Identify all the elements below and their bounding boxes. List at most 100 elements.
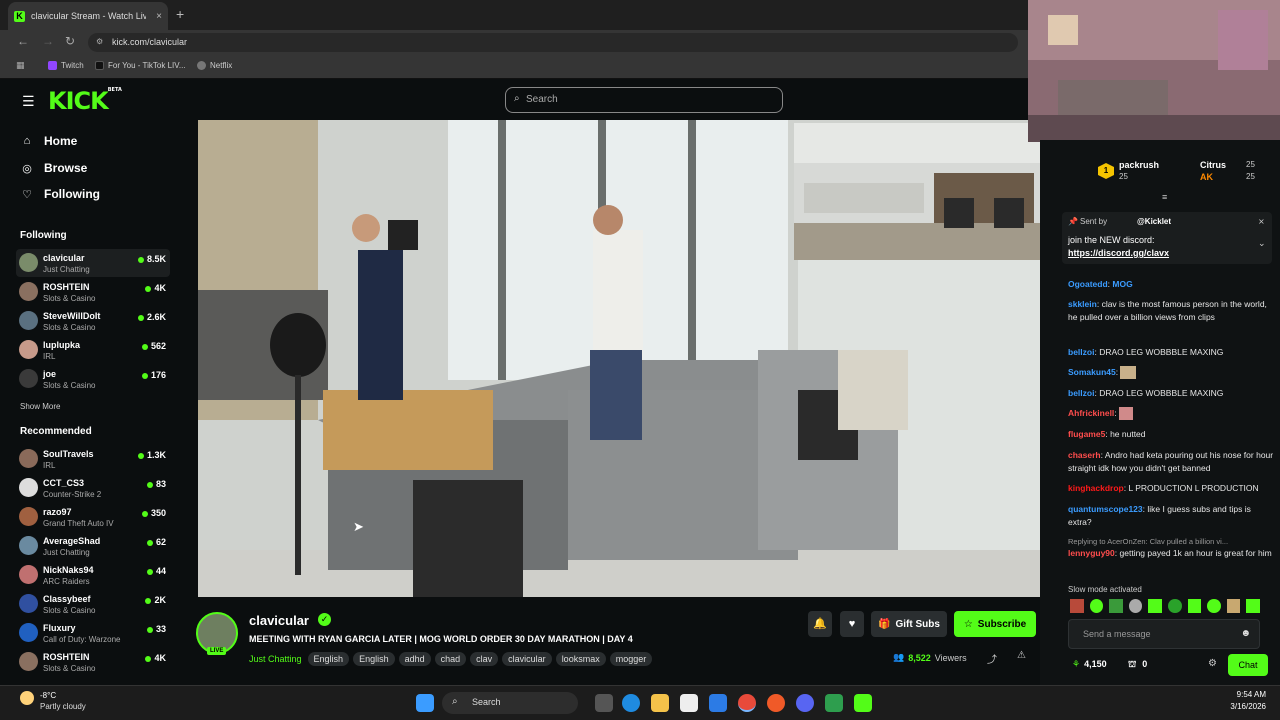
emote-icon[interactable]: [1070, 599, 1084, 613]
chat-send-button[interactable]: Chat: [1228, 654, 1268, 676]
emote-icon[interactable]: [1167, 599, 1182, 613]
chat-user[interactable]: chaserh: [1068, 450, 1101, 460]
recommended-channel[interactable]: CCT_CS3 Counter-Strike 2 83: [16, 474, 170, 502]
chat-user[interactable]: Somakun45: [1068, 367, 1116, 377]
following-channel[interactable]: joe Slots & Casino 176: [16, 365, 170, 393]
edge-icon[interactable]: [622, 694, 640, 712]
tag[interactable]: clavicular: [502, 652, 552, 666]
forward-icon[interactable]: →: [42, 34, 54, 48]
tag[interactable]: clav: [470, 652, 499, 666]
tag[interactable]: mogger: [609, 652, 653, 666]
emote-icon[interactable]: [1089, 599, 1104, 613]
url-field[interactable]: ⚙ kick.com/clavicular: [88, 33, 1018, 52]
emote-icon[interactable]: [1148, 599, 1162, 613]
settings-gear-icon[interactable]: ⚙: [1208, 658, 1217, 669]
site-info-icon[interactable]: ⚙: [96, 37, 103, 46]
unpin-icon[interactable]: ⨯: [1258, 217, 1265, 226]
bookmark-twitch[interactable]: Twitch: [48, 61, 84, 70]
gift-subs-button[interactable]: 🎁 Gift Subs: [871, 611, 947, 637]
follow-heart-icon[interactable]: ♥: [840, 611, 864, 637]
recommended-channel[interactable]: Classybeef Slots & Casino 2K: [16, 590, 170, 618]
outlook-icon[interactable]: [709, 694, 727, 712]
chevron-down-icon[interactable]: ⌄: [1258, 238, 1266, 249]
apps-grid-icon[interactable]: ▦: [16, 60, 25, 71]
tag[interactable]: English: [307, 652, 350, 666]
file-explorer-icon[interactable]: [651, 694, 669, 712]
show-more-link[interactable]: Show More: [20, 402, 60, 411]
notification-bell-icon[interactable]: 🔔: [808, 611, 832, 637]
tag-row: Just Chatting English English adhd chad …: [249, 652, 656, 666]
xbox-icon[interactable]: [825, 694, 843, 712]
bookmark-label: Netflix: [210, 61, 233, 70]
chat-user[interactable]: skklein: [1068, 299, 1097, 309]
recommended-channel[interactable]: Fluxury Call of Duty: Warzone 33: [16, 619, 170, 647]
stream-info-bar: LIVE clavicular ✓ MEETING WITH RYAN GARC…: [177, 597, 1040, 685]
nav-home[interactable]: ⌂ Home: [20, 134, 78, 148]
bookmark-tiktok[interactable]: For You - TikTok LIV...: [95, 61, 186, 70]
chat-user[interactable]: Ogoatedd: [1068, 279, 1108, 289]
tab-close-icon[interactable]: ×: [156, 11, 162, 22]
tag[interactable]: chad: [434, 652, 467, 666]
subscribe-button[interactable]: ☆ Subscribe: [954, 611, 1036, 637]
browser-tab[interactable]: K clavicular Stream - Watch Live on Kick…: [8, 2, 168, 30]
report-icon[interactable]: ⚠: [1017, 650, 1026, 661]
emote-icon[interactable]: [1109, 599, 1123, 613]
nav-browse[interactable]: ◎ Browse: [20, 161, 87, 175]
chat-message: flugame5: he nutted: [1068, 429, 1146, 439]
emoji-icon[interactable]: ☻: [1240, 628, 1251, 639]
tag[interactable]: looksmax: [555, 652, 606, 666]
emote-icon[interactable]: [1226, 599, 1241, 613]
kick-logo[interactable]: KICKBETA: [48, 87, 122, 115]
bookmark-netflix[interactable]: Netflix: [197, 61, 232, 70]
chat-user[interactable]: kinghackdrop: [1068, 483, 1124, 493]
streamer-name[interactable]: clavicular: [249, 613, 309, 628]
app-icon[interactable]: [767, 694, 785, 712]
store-icon[interactable]: [680, 694, 698, 712]
recommended-channel[interactable]: SoulTravels IRL 1.3K: [16, 445, 170, 473]
menu-icon[interactable]: ☰: [22, 93, 35, 110]
pinned-link[interactable]: https://discord.gg/clavx: [1068, 248, 1169, 258]
following-channel[interactable]: luplupka IRL 562: [16, 336, 170, 364]
following-channel[interactable]: ROSHTEIN Slots & Casino 4K: [16, 278, 170, 306]
recommended-channel[interactable]: razo97 Grand Theft Auto IV 350: [16, 503, 170, 531]
chat-user[interactable]: bellzoi: [1068, 347, 1094, 357]
following-channel[interactable]: clavicular Just Chatting 8.5K: [16, 249, 170, 277]
recommended-channel[interactable]: ROSHTEIN Slots & Casino 4K: [16, 648, 170, 676]
recommended-channel[interactable]: AverageShad Just Chatting 62: [16, 532, 170, 560]
clock-date[interactable]: 3/16/2026: [1230, 702, 1266, 711]
nav-following[interactable]: ♡ Following: [20, 187, 100, 201]
channel-points[interactable]: ⚘ 4,150: [1072, 659, 1107, 670]
chat-user[interactable]: lennyguy90: [1068, 548, 1115, 558]
chat-user[interactable]: bellzoi: [1068, 388, 1094, 398]
back-icon[interactable]: ←: [17, 34, 29, 48]
recommended-channel[interactable]: NickNaks94 ARC Raiders 44: [16, 561, 170, 589]
video-player[interactable]: ➤: [198, 120, 1040, 597]
chat-user[interactable]: flugame5: [1068, 429, 1105, 439]
viewer-count: 83: [147, 479, 166, 489]
share-icon[interactable]: ⤴: [987, 651, 997, 666]
gift-count[interactable]: ⛫ 0: [1128, 659, 1147, 671]
chrome-icon[interactable]: [738, 694, 756, 712]
taskbar-search[interactable]: ⌕ Search: [442, 692, 578, 714]
task-view-icon[interactable]: [595, 694, 613, 712]
discord-icon[interactable]: [796, 694, 814, 712]
tag[interactable]: adhd: [398, 652, 431, 666]
chat-user[interactable]: Ahfrickinell: [1068, 408, 1114, 418]
weather-icon[interactable]: [20, 691, 34, 705]
chat-input[interactable]: Send a message ☻: [1068, 619, 1260, 649]
clock-time[interactable]: 9:54 AM: [1237, 690, 1266, 699]
kick-app-icon[interactable]: [854, 694, 872, 712]
emote-icon[interactable]: [1207, 599, 1221, 613]
category-link[interactable]: Just Chatting: [249, 654, 302, 664]
windows-start-icon[interactable]: [416, 694, 434, 712]
tag[interactable]: English: [353, 652, 395, 666]
chat-user[interactable]: quantumscope123: [1068, 504, 1143, 514]
following-channel[interactable]: SteveWillDoIt Slots & Casino 2.6K: [16, 307, 170, 335]
search-input[interactable]: ⌕ Search: [505, 87, 783, 113]
new-tab-button[interactable]: +: [176, 6, 184, 22]
emote-icon[interactable]: [1128, 599, 1143, 613]
emote-icon[interactable]: [1187, 599, 1202, 613]
emote-icon[interactable]: [1246, 599, 1260, 613]
expand-chevron-icon[interactable]: ≡: [1162, 192, 1167, 202]
reload-icon[interactable]: ↻: [65, 34, 75, 48]
